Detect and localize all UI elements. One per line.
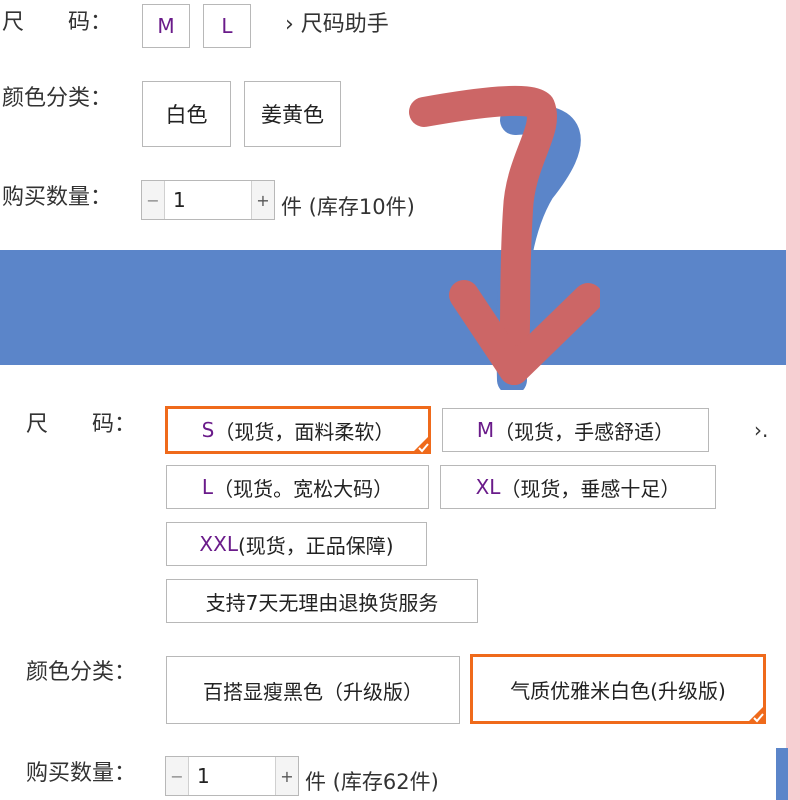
stock-text-top: 件 (库存10件): [281, 195, 415, 219]
qty-minus-button-bottom[interactable]: −: [166, 757, 189, 795]
qty-minus-button-top[interactable]: −: [142, 181, 165, 219]
size-label-top: 尺 码：: [2, 10, 113, 35]
color-option-black[interactable]: 百搭显瘦黑色（升级版）: [166, 656, 460, 724]
side-strip: [786, 0, 800, 800]
qty-label-bottom: 购买数量：: [26, 761, 137, 786]
size-option-xl[interactable]: XL （现货，垂感十足）: [440, 465, 716, 509]
size-option-l[interactable]: L （现货。宽松大码）: [166, 465, 429, 509]
stock-text-bottom: 件 (库存62件): [305, 770, 439, 794]
check-corner-icon: [412, 435, 430, 453]
size-label-bottom: 尺 码：: [26, 412, 137, 437]
qty-stepper-bottom[interactable]: − 1 +: [165, 756, 299, 796]
qty-label-top: 购买数量：: [2, 185, 113, 210]
size-more-indicator[interactable]: ›.: [754, 420, 768, 440]
size-option-s[interactable]: S （现货，面料柔软）: [165, 406, 431, 454]
separator-band: [0, 250, 786, 365]
size-helper-link[interactable]: › 尺码助手: [285, 14, 389, 36]
size-option-m[interactable]: M （现货，手感舒适）: [442, 408, 709, 452]
red-hand-drawn-arrow-icon: [409, 85, 600, 390]
color-option-beige[interactable]: 气质优雅米白色(升级版): [470, 654, 766, 724]
qty-input-bottom[interactable]: 1: [189, 757, 275, 795]
qty-stepper-top[interactable]: − 1 +: [141, 180, 275, 220]
service-option[interactable]: 支持7天无理由退换货服务: [166, 579, 478, 623]
size-option-m-top[interactable]: M: [142, 4, 190, 48]
side-blue-bar: [776, 748, 788, 800]
qty-plus-button-top[interactable]: +: [251, 181, 274, 219]
qty-input-top[interactable]: 1: [165, 181, 251, 219]
color-option-ginger-top[interactable]: 姜黄色: [244, 81, 341, 147]
color-option-white-top[interactable]: 白色: [142, 81, 231, 147]
size-option-xxl[interactable]: XXL (现货，正品保障): [166, 522, 427, 566]
qty-plus-button-bottom[interactable]: +: [275, 757, 298, 795]
check-corner-icon: [747, 705, 765, 723]
color-label-bottom: 颜色分类：: [26, 660, 137, 685]
size-option-l-top[interactable]: L: [203, 4, 251, 48]
color-label-top: 颜色分类：: [2, 86, 113, 111]
